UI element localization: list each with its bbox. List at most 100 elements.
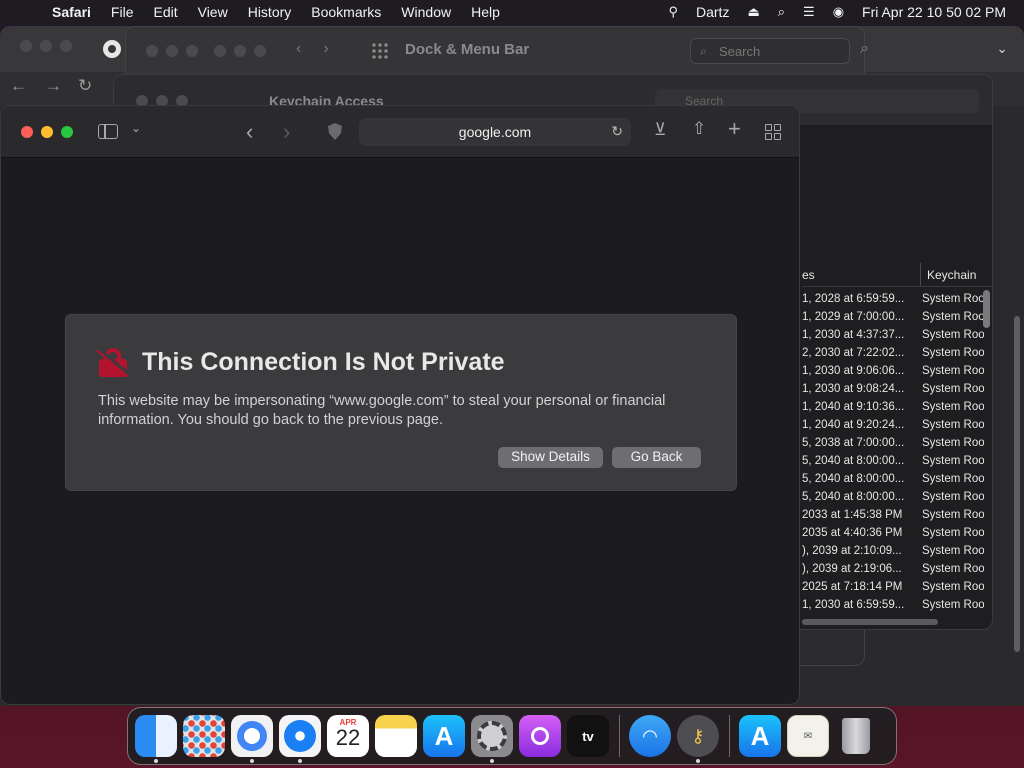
privacy-shield-icon[interactable] — [328, 123, 342, 140]
prefs-controls-back — [146, 45, 198, 57]
keychain-cell: System Roots — [922, 437, 984, 449]
spotlight-search-icon[interactable]: ⌕ — [778, 4, 785, 20]
table-row[interactable]: 2, 2030 at 7:22:02... System Roots — [802, 347, 992, 365]
share-icon[interactable]: ⇧ — [692, 119, 706, 139]
control-center-icon[interactable]: ☰ — [803, 4, 815, 20]
minimize-button[interactable] — [41, 126, 53, 138]
sidebar-toggle-icon[interactable] — [98, 124, 118, 139]
table-row[interactable]: 1, 2029 at 7:00:00... System Roots — [802, 311, 992, 329]
downloads-icon[interactable]: ⊻ — [654, 120, 666, 140]
column-header-expires[interactable]: es — [802, 263, 920, 286]
running-indicator — [154, 759, 158, 763]
close-button[interactable] — [214, 45, 226, 57]
table-row[interactable]: 1, 2030 at 9:06:06... System Roots — [802, 365, 992, 383]
dock-launchpad-icon[interactable] — [183, 715, 225, 757]
expiry-date-cell: 1, 2030 at 6:59:59... — [802, 599, 905, 611]
menu-clock[interactable]: Fri Apr 22 10 50 02 PM — [862, 4, 1006, 20]
keychain-cell: System Roots — [922, 347, 984, 359]
column-header-keychain[interactable]: Keychain — [920, 263, 976, 286]
siri-icon[interactable]: ◉ — [833, 4, 844, 20]
show-all-grid-icon[interactable] — [371, 42, 389, 60]
zoom-button[interactable] — [254, 45, 266, 57]
menu-help[interactable]: Help — [471, 4, 500, 20]
table-row[interactable]: 5, 2040 at 8:00:00... System Roots — [802, 473, 992, 491]
forward-arrow-icon[interactable]: → — [45, 76, 62, 96]
table-row[interactable]: 5, 2040 at 8:00:00... System Roots — [802, 455, 992, 473]
back-chevron-icon[interactable]: ‹ — [246, 119, 253, 145]
close-button[interactable] — [146, 45, 158, 57]
show-details-button[interactable]: Show Details — [498, 447, 603, 468]
table-row[interactable]: 1, 2040 at 9:20:24... System Roots — [802, 419, 992, 437]
dock-app-store-icon[interactable]: A — [423, 715, 465, 757]
eject-icon[interactable]: ⏏ — [747, 4, 759, 20]
dock-certificate-icon[interactable]: ✉ — [787, 715, 829, 757]
table-row[interactable]: 1, 2030 at 9:08:24... System Roots — [802, 383, 992, 401]
table-row[interactable]: 2025 at 7:18:14 PM System Roots — [802, 581, 992, 599]
new-tab-plus-icon[interactable]: + — [728, 116, 741, 142]
dock-wifi-diagnostics-icon[interactable]: ◠ — [629, 715, 671, 757]
table-row[interactable]: 5, 2038 at 7:00:00... System Roots — [802, 437, 992, 455]
dock-finder-icon[interactable] — [135, 715, 177, 763]
table-row[interactable]: 2033 at 1:45:38 PM System Roots — [802, 509, 992, 527]
dock-app-store-downloads-icon[interactable]: A — [739, 715, 781, 757]
forward-chevron-icon[interactable]: › — [283, 119, 290, 145]
horizontal-scrollbar[interactable] — [802, 619, 938, 625]
reload-icon[interactable]: ↻ — [78, 76, 92, 96]
menu-bookmarks[interactable]: Bookmarks — [311, 4, 381, 20]
dock-trash-icon[interactable] — [835, 715, 877, 757]
antenna-icon[interactable]: ⚲ — [668, 4, 678, 20]
tab-overview-icon[interactable] — [765, 124, 781, 140]
menu-window[interactable]: Window — [401, 4, 451, 20]
vertical-scrollbar[interactable] — [983, 290, 990, 328]
zoom-button[interactable] — [60, 40, 72, 52]
dock-chrome-icon[interactable] — [231, 715, 273, 763]
expiry-date-cell: 1, 2029 at 7:00:00... — [802, 311, 905, 323]
dock-notes-icon[interactable] — [375, 715, 417, 757]
table-row[interactable]: ), 2039 at 2:10:09... System Roots — [802, 545, 992, 563]
keychain-cell: System Roots — [922, 293, 984, 305]
running-indicator — [696, 759, 700, 763]
prefs-search-field[interactable]: ⌕ Search — [690, 38, 850, 64]
menu-file[interactable]: File — [111, 4, 134, 20]
user-name[interactable]: Dartz — [696, 4, 729, 20]
reload-icon[interactable]: ↻ — [611, 123, 623, 140]
zoom-button[interactable] — [61, 126, 73, 138]
menu-view[interactable]: View — [198, 4, 228, 20]
chevron-down-icon[interactable]: ⌄ — [996, 40, 1008, 57]
dock-safari-icon[interactable] — [279, 715, 321, 763]
dock-tv-icon[interactable]: tv — [567, 715, 609, 757]
go-back-button[interactable]: Go Back — [612, 447, 701, 468]
expiry-date-cell: 1, 2030 at 4:37:37... — [802, 329, 905, 341]
page-scrollbar[interactable] — [1014, 316, 1020, 652]
minimize-button[interactable] — [234, 45, 246, 57]
address-bar[interactable]: google.com ↻ — [359, 118, 631, 146]
dock-keychain-access-icon[interactable]: ⚷ — [677, 715, 719, 763]
expiry-date-cell: ), 2039 at 2:10:09... — [802, 545, 902, 557]
back-arrow-icon[interactable]: ← — [10, 76, 27, 96]
keychain-cell: System Roots — [922, 581, 984, 593]
keychain-cell: System Roots — [922, 527, 984, 539]
close-button[interactable] — [20, 40, 32, 52]
dock-calendar-icon[interactable]: APR 22 — [327, 715, 369, 757]
menu-history[interactable]: History — [248, 4, 292, 20]
chevron-down-icon[interactable]: ⌄ — [131, 121, 141, 135]
minimize-button[interactable] — [166, 45, 178, 57]
back-forward-arrows[interactable]: ‹ › — [296, 40, 329, 58]
dock-system-preferences-icon[interactable] — [471, 715, 513, 763]
table-row[interactable]: 1, 2030 at 4:37:37... System Roots — [802, 329, 992, 347]
table-row[interactable]: 1, 2030 at 6:59:59... System Roots — [802, 599, 992, 617]
table-row[interactable]: ), 2039 at 2:19:06... System Roots — [802, 563, 992, 581]
minimize-button[interactable] — [40, 40, 52, 52]
menu-app-safari[interactable]: Safari — [52, 4, 91, 20]
github-icon[interactable] — [103, 40, 121, 58]
table-row[interactable]: 2035 at 4:40:36 PM System Roots — [802, 527, 992, 545]
keychain-cell: System Roots — [922, 509, 984, 521]
table-row[interactable]: 1, 2040 at 9:10:36... System Roots — [802, 401, 992, 419]
search-icon[interactable]: ⌕ — [860, 40, 869, 58]
table-row[interactable]: 5, 2040 at 8:00:00... System Roots — [802, 491, 992, 509]
menu-edit[interactable]: Edit — [153, 4, 177, 20]
dock-podcasts-icon[interactable] — [519, 715, 561, 757]
zoom-button[interactable] — [186, 45, 198, 57]
table-row[interactable]: 1, 2028 at 6:59:59... System Roots — [802, 293, 992, 311]
close-button[interactable] — [21, 126, 33, 138]
